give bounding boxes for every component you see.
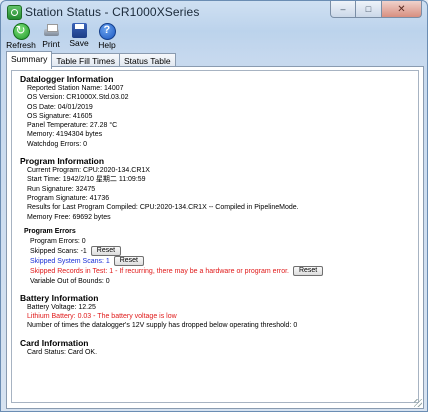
skipped-system-scans: Skipped System Scans: 1 <box>30 258 110 266</box>
program-signature: Program Signature: 41736 <box>27 194 110 202</box>
maximize-icon: □ <box>365 4 372 14</box>
app-icon <box>7 5 22 20</box>
close-button[interactable]: ✕ <box>382 1 422 18</box>
compile-results: Results for Last Program Compiled: CPU:2… <box>27 204 299 212</box>
close-icon: ✕ <box>397 3 406 15</box>
program-heading: Program Information <box>20 156 105 167</box>
watchdog-errors: Watchdog Errors: 0 <box>27 140 88 148</box>
print-button[interactable]: Print <box>38 23 64 51</box>
skipped-scans-row: Skipped Scans: -1 Reset <box>24 246 418 257</box>
start-time: Start Time: 1942/2/10 星期二 11:09:59 <box>27 176 146 184</box>
program-section: Program Information Current Program: CPU… <box>20 156 418 286</box>
save-button[interactable]: Save <box>66 23 92 51</box>
skipped-scans: Skipped Scans: -1 <box>30 248 87 255</box>
card-heading: Card Information <box>20 337 89 348</box>
save-label: Save <box>69 38 89 48</box>
card-section: Card Information Card Status: Card OK. <box>20 338 418 357</box>
variable-out-of-bounds: Variable Out of Bounds: 0 <box>30 277 110 285</box>
panel-temperature: Panel Temperature: 27.28 °C <box>27 122 118 130</box>
toolbar: Refresh Print Save Help <box>6 23 120 51</box>
help-label: Help <box>98 40 116 50</box>
summary-panel: Datalogger Information Reported Station … <box>11 70 419 403</box>
run-signature: Run Signature: 32475 <box>27 185 96 193</box>
battery-voltage: Battery Voltage: 12.25 <box>27 303 96 311</box>
card-status: Card Status: Card OK. <box>27 348 98 356</box>
program-errors-heading: Program Errors <box>24 227 76 235</box>
skipped-system-scans-row: Skipped System Scans: 1 Reset <box>24 256 418 267</box>
printer-icon <box>43 23 60 39</box>
print-label: Print <box>42 39 60 49</box>
tab-summary[interactable]: Summary <box>6 51 53 69</box>
memory: Memory: 4194304 bytes <box>27 131 103 139</box>
window-title: Station Status - CR1000XSeries <box>25 5 200 19</box>
battery-section: Battery Information Battery Voltage: 12.… <box>20 293 418 331</box>
reset-skipped-scans-button[interactable]: Reset <box>90 246 122 257</box>
reset-skipped-system-scans-button[interactable]: Reset <box>113 256 145 267</box>
tab-bar: Summary Table Fill Times Status Table <box>6 51 176 69</box>
supply-drop-count: Number of times the datalogger's 12V sup… <box>27 322 298 330</box>
resize-grip[interactable] <box>414 399 422 407</box>
current-program: Current Program: CPU:2020-134.CR1X <box>27 167 150 175</box>
reset-skipped-records-button[interactable]: Reset <box>292 266 324 277</box>
program-errors-subsection: Program Errors Program Errors: 0 Skipped… <box>20 227 418 286</box>
refresh-icon <box>12 23 30 40</box>
help-button[interactable]: Help <box>94 23 120 51</box>
skipped-records-row: Skipped Records in Test: 1 - If recurrin… <box>24 266 418 277</box>
title-bar[interactable]: Station Status - CR1000XSeries – □ ✕ <box>1 1 427 23</box>
lithium-battery: Lithium Battery: 0.03 - The battery volt… <box>27 313 177 321</box>
minimize-button[interactable]: – <box>330 1 356 18</box>
skipped-records: Skipped Records in Test: 1 - If recurrin… <box>30 268 289 276</box>
floppy-disk-icon <box>71 23 87 38</box>
program-errors-count: Program Errors: 0 <box>30 237 86 245</box>
station-status-window: Station Status - CR1000XSeries – □ ✕ Ref… <box>0 0 428 412</box>
minimize-icon: – <box>340 4 346 14</box>
datalogger-section: Datalogger Information Reported Station … <box>20 74 418 149</box>
os-version: OS Version: CR1000X.Std.03.02 <box>27 94 129 102</box>
refresh-button[interactable]: Refresh <box>6 23 36 51</box>
memory-free: Memory Free: 69692 bytes <box>27 213 111 221</box>
battery-heading: Battery Information <box>20 292 99 303</box>
os-date: OS Date: 04/01/2019 <box>27 103 93 111</box>
window-controls: – □ ✕ <box>330 1 422 19</box>
os-signature: OS Signature: 41605 <box>27 112 93 120</box>
tab-content: Datalogger Information Reported Station … <box>6 66 424 409</box>
refresh-label: Refresh <box>6 40 36 50</box>
station-name: Reported Station Name: 14007 <box>27 85 124 92</box>
help-icon <box>98 23 116 40</box>
datalogger-heading: Datalogger Information <box>20 74 114 84</box>
maximize-button[interactable]: □ <box>356 1 382 18</box>
